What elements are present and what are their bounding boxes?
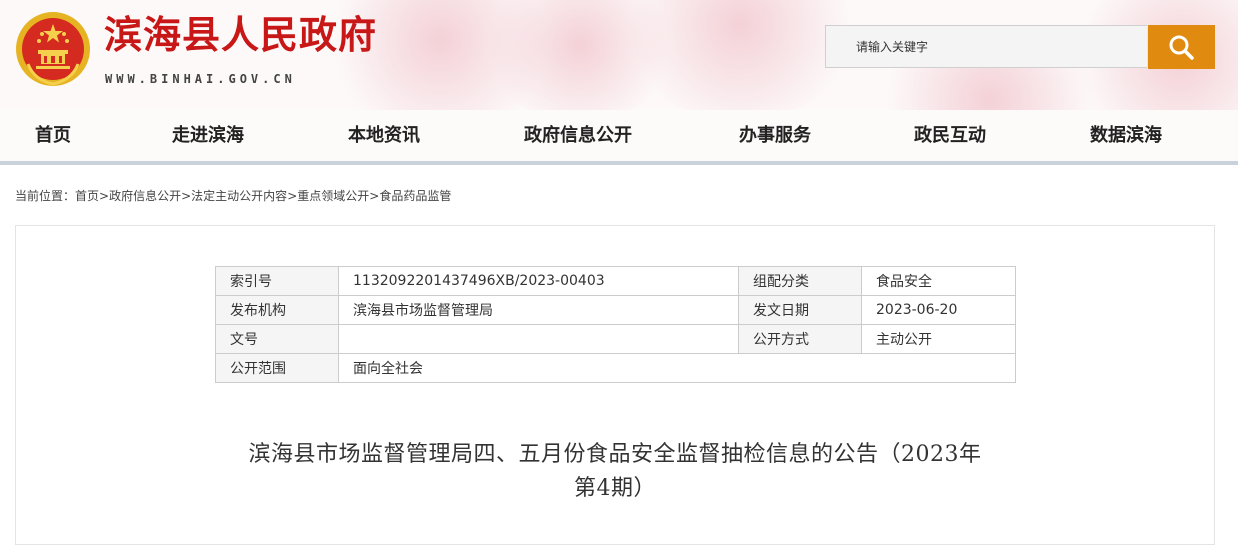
blossom-decoration (620, 0, 860, 110)
breadcrumb-separator: > (181, 189, 192, 203)
meta-label-index: 索引号 (215, 266, 339, 296)
meta-value-index: 1132092201437496XB/2023-00403 (338, 266, 739, 296)
breadcrumb: 当前位置：首页>政府信息公开>法定主动公开内容>重点领域公开>食品药品监管 (15, 187, 451, 205)
meta-label-doc-number: 文号 (215, 324, 339, 354)
document-title: 滨海县市场监督管理局四、五月份食品安全监督抽检信息的公告（2023年 第4期） (215, 438, 1015, 506)
search-icon (1169, 35, 1194, 60)
meta-label-disclosure-method: 公开方式 (738, 324, 862, 354)
breadcrumb-item-food-drug[interactable]: 食品药品监管 (379, 189, 451, 203)
nav-item-gov-info[interactable]: 政府信息公开 (524, 124, 632, 148)
meta-value-scope: 面向全社会 (338, 353, 1016, 383)
nav-item-news[interactable]: 本地资讯 (348, 124, 420, 148)
site-domain: WWW.BINHAI.GOV.CN (105, 72, 296, 86)
table-row: 索引号 1132092201437496XB/2023-00403 组配分类 食… (215, 266, 1016, 296)
site-header: 滨海县人民政府 WWW.BINHAI.GOV.CN (0, 0, 1238, 110)
breadcrumb-item-gov-info[interactable]: 政府信息公开 (109, 189, 181, 203)
breadcrumb-separator: > (99, 189, 110, 203)
main-nav: 首页 走进滨海 本地资讯 政府信息公开 办事服务 政民互动 数据滨海 (0, 110, 1238, 162)
meta-value-disclosure-method: 主动公开 (861, 324, 1016, 354)
document-title-line: 滨海县市场监督管理局四、五月份食品安全监督抽检信息的公告（2023年 (248, 442, 982, 467)
meta-label-date: 发文日期 (738, 295, 862, 325)
breadcrumb-prefix: 当前位置： (15, 189, 76, 203)
breadcrumb-separator: > (369, 189, 380, 203)
meta-label-category: 组配分类 (738, 266, 862, 296)
meta-value-doc-number (338, 324, 739, 354)
meta-value-publisher: 滨海县市场监督管理局 (338, 295, 739, 325)
breadcrumb-item-key-areas[interactable]: 重点领域公开 (297, 189, 369, 203)
nav-item-home[interactable]: 首页 (35, 124, 71, 148)
table-row: 文号 公开方式 主动公开 (215, 324, 1016, 354)
national-emblem-icon (16, 12, 90, 86)
search-button[interactable] (1148, 25, 1215, 69)
meta-value-category: 食品安全 (861, 266, 1016, 296)
nav-item-data[interactable]: 数据滨海 (1090, 124, 1162, 148)
breadcrumb-item-statutory[interactable]: 法定主动公开内容 (191, 189, 287, 203)
nav-item-about[interactable]: 走进滨海 (172, 124, 244, 148)
meta-value-date: 2023-06-20 (861, 295, 1016, 325)
nav-divider (0, 161, 1238, 165)
table-row: 发布机构 滨海县市场监督管理局 发文日期 2023-06-20 (215, 295, 1016, 325)
meta-label-publisher: 发布机构 (215, 295, 339, 325)
breadcrumb-item-home[interactable]: 首页 (75, 189, 99, 203)
breadcrumb-separator: > (287, 189, 298, 203)
search-box (825, 25, 1147, 68)
meta-label-scope: 公开范围 (215, 353, 339, 383)
search-input[interactable] (826, 26, 1147, 67)
table-row: 公开范围 面向全社会 (215, 353, 1016, 383)
info-meta-table: 索引号 1132092201437496XB/2023-00403 组配分类 食… (215, 266, 1016, 383)
document-title-line: 第4期） (574, 476, 656, 501)
nav-item-interaction[interactable]: 政民互动 (914, 124, 986, 148)
nav-item-services[interactable]: 办事服务 (739, 124, 811, 148)
site-title[interactable]: 滨海县人民政府 (104, 12, 377, 58)
